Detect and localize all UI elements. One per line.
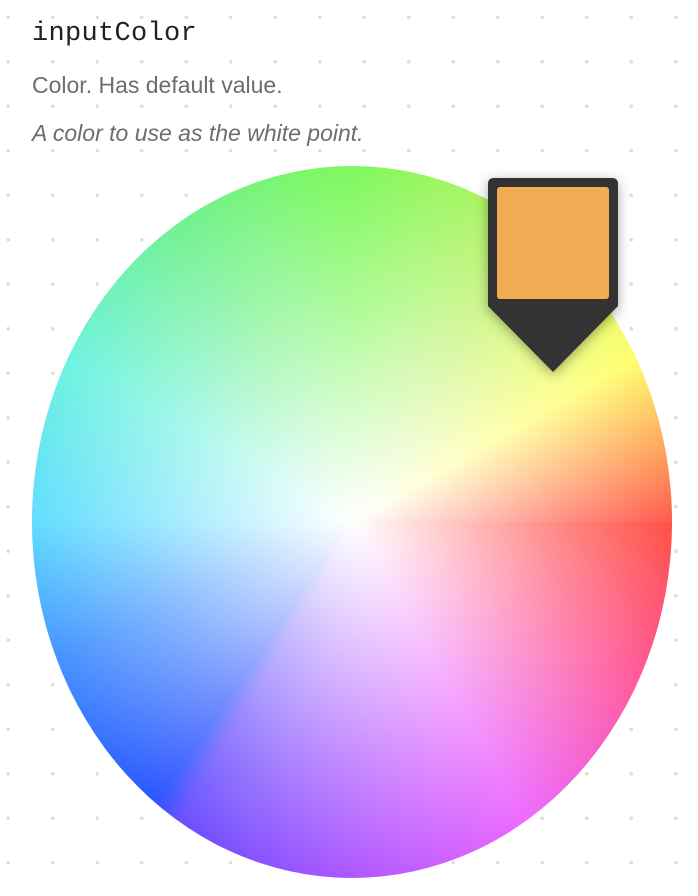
parameter-type: Color. Has default value.: [32, 72, 283, 98]
parameter-name: inputColor: [32, 19, 198, 49]
parameter-description: A color to use as the white point.: [32, 120, 364, 146]
color-selection-marker[interactable]: [488, 178, 618, 372]
selected-color-swatch: [497, 187, 609, 299]
